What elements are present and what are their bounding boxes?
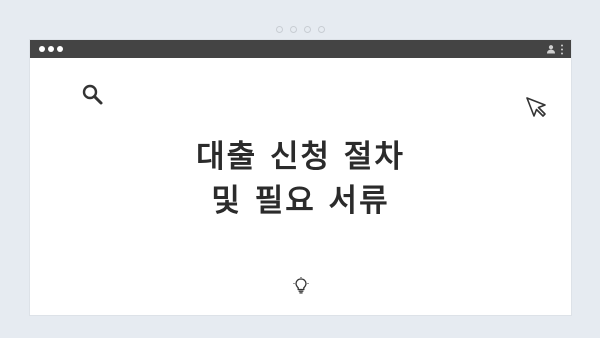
window-titlebar [30, 40, 571, 58]
browser-window: 대출 신청 절차 및 필요 서류 [30, 40, 571, 315]
lightbulb-icon [293, 277, 309, 294]
screen: 대출 신청 절차 및 필요 서류 [0, 0, 600, 338]
minimize-dot[interactable] [48, 46, 54, 52]
page-indicator-dots [276, 26, 325, 33]
close-dot[interactable] [39, 46, 45, 52]
maximize-dot[interactable] [57, 46, 63, 52]
page-title: 대출 신청 절차 및 필요 서류 [30, 135, 571, 223]
kebab-menu-icon[interactable] [560, 44, 564, 55]
window-controls [39, 46, 63, 52]
cursor-icon [526, 97, 546, 117]
page-dot [290, 26, 297, 33]
page-dot [318, 26, 325, 33]
search-icon [82, 84, 103, 105]
profile-icon[interactable] [546, 44, 556, 54]
page-dot [276, 26, 283, 33]
page-title-line2: 및 필요 서류 [211, 183, 390, 219]
page-title-line1: 대출 신청 절차 [196, 139, 405, 175]
page-dot [304, 26, 311, 33]
